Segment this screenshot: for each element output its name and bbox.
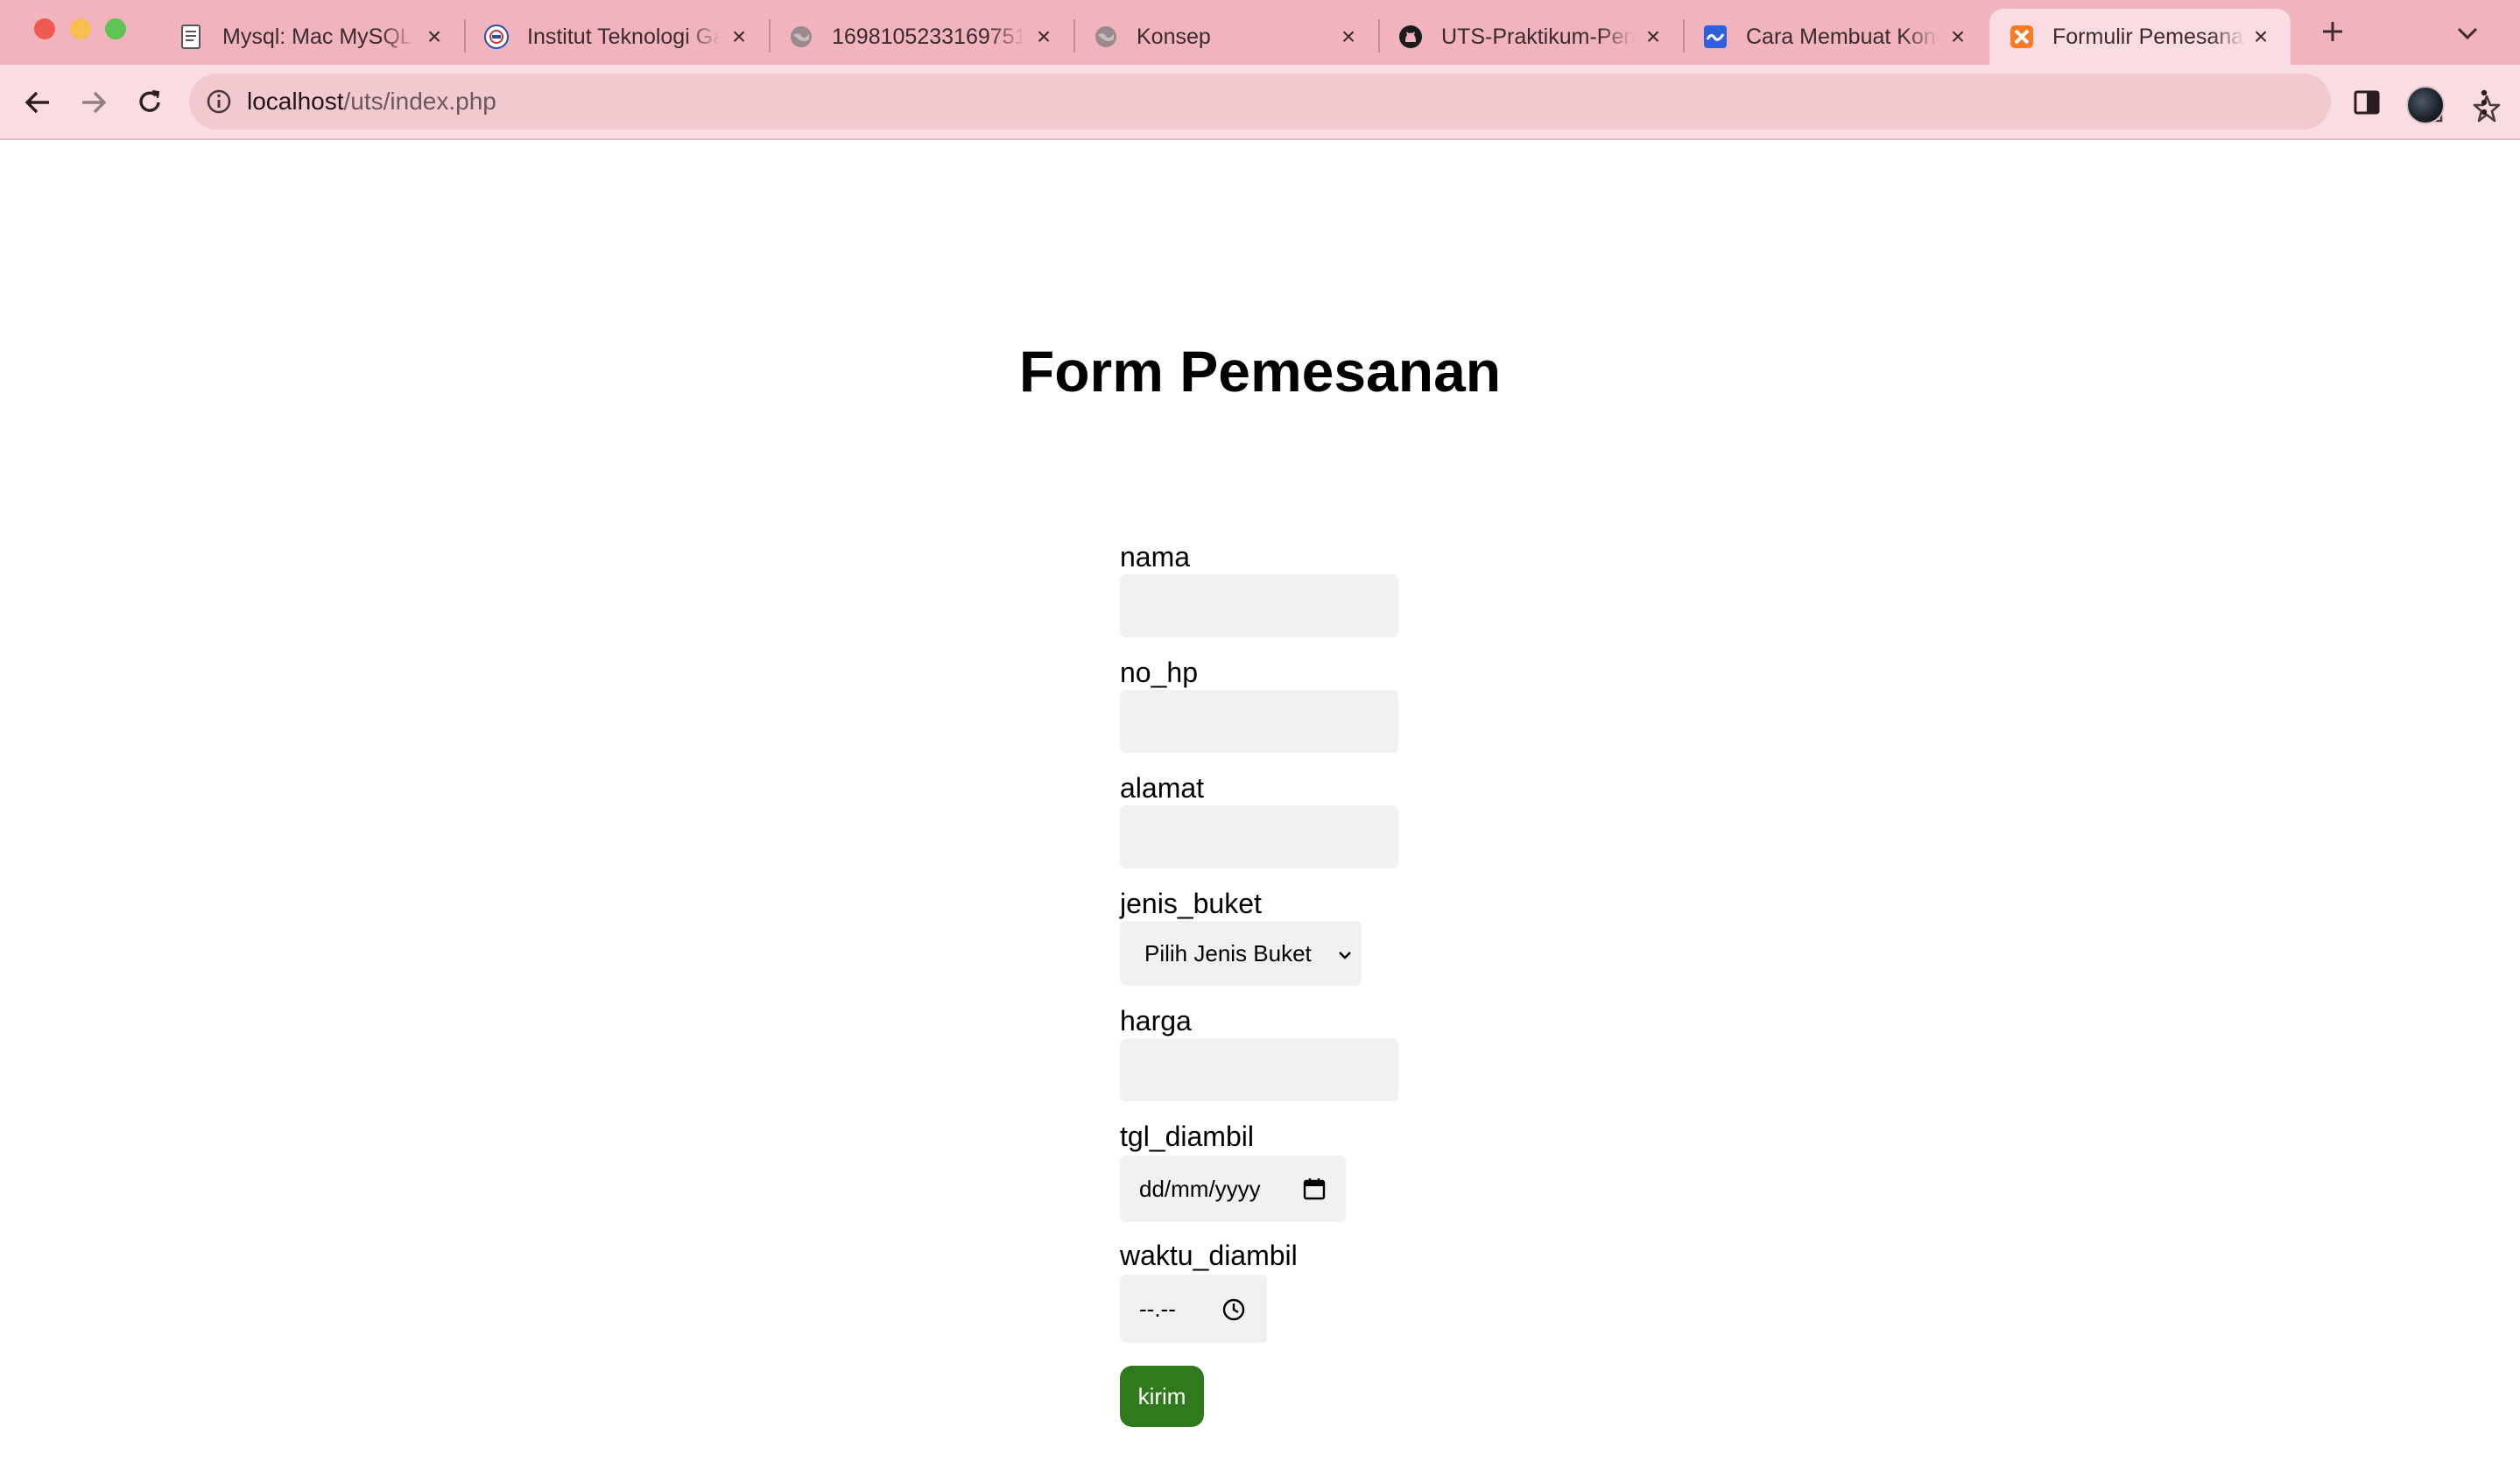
- tab-konsep[interactable]: Konsep ×: [1093, 9, 1361, 65]
- github-icon: [1397, 24, 1424, 50]
- alamat-input[interactable]: [1120, 805, 1398, 868]
- reload-button[interactable]: [130, 82, 170, 123]
- tab-title: Formulir Pemesanan: [2052, 24, 2245, 49]
- close-tab-icon[interactable]: ×: [1641, 25, 1665, 49]
- side-panel-icon[interactable]: [2347, 82, 2387, 123]
- forward-button[interactable]: [74, 82, 114, 123]
- tab-title: Mysql: Mac MySQL: [222, 24, 412, 49]
- address-bar[interactable]: localhost/uts/index.php: [189, 74, 2501, 130]
- close-tab-icon[interactable]: ×: [2249, 25, 2273, 49]
- tab-formulir-pemesanan[interactable]: Formulir Pemesanan ×: [1989, 9, 2291, 65]
- tab-title: Konsep: [1137, 24, 1211, 49]
- jenis-buket-selected-value: Pilih Jenis Buket: [1144, 939, 1312, 966]
- nama-input[interactable]: [1120, 574, 1398, 637]
- no-hp-label: no_hp: [1120, 657, 1198, 688]
- website-icon: [1702, 24, 1728, 50]
- browser-tab-bar: Mysql: Mac MySQL × Institut Teknologi Ga…: [0, 0, 2520, 65]
- time-placeholder: --.--: [1139, 1295, 1176, 1322]
- harga-label: harga: [1120, 1005, 1192, 1037]
- tab-github[interactable]: UTS-Praktikum-Pemrograman ×: [1397, 9, 1665, 65]
- page-title: Form Pemesanan: [1018, 339, 1502, 404]
- close-tab-icon[interactable]: ×: [1031, 25, 1056, 49]
- tab-separator: [464, 19, 466, 53]
- globe-icon: [788, 24, 814, 50]
- back-button[interactable]: [18, 82, 58, 123]
- document-icon: [179, 24, 205, 50]
- url-path: /uts/index.php: [343, 88, 496, 115]
- close-tab-icon[interactable]: ×: [1946, 25, 1970, 49]
- close-tab-icon[interactable]: ×: [422, 25, 447, 49]
- tab-title: Cara Membuat Koneksi: [1746, 24, 1939, 49]
- calendar-icon[interactable]: [1302, 1177, 1327, 1201]
- site-info-icon[interactable]: [205, 88, 233, 116]
- new-tab-button[interactable]: [2317, 16, 2348, 47]
- page-viewport: Form Pemesanan nama no_hp alamat jenis_b…: [0, 140, 2520, 1483]
- harga-input[interactable]: [1120, 1038, 1398, 1101]
- tab-institut-teknologi[interactable]: Institut Teknologi Garut ×: [483, 9, 751, 65]
- globe-icon: [1093, 24, 1119, 50]
- close-tab-icon[interactable]: ×: [727, 25, 751, 49]
- tab-search-chevron-icon[interactable]: [2452, 19, 2483, 47]
- tab-title: Institut Teknologi Garut: [527, 24, 720, 49]
- waktu-diambil-label: waktu_diambil: [1120, 1240, 1298, 1271]
- chevron-down-icon: [1335, 944, 1355, 963]
- date-placeholder: dd/mm/yyyy: [1139, 1175, 1261, 1202]
- nama-label: nama: [1120, 541, 1191, 573]
- url-text: localhost/uts/index.php: [247, 88, 496, 116]
- tgl-diambil-date-input[interactable]: dd/mm/yyyy: [1120, 1156, 1346, 1222]
- tgl-diambil-label: tgl_diambil: [1120, 1121, 1254, 1152]
- tab-file-number[interactable]: 1698105233169751 ×: [788, 9, 1056, 65]
- tab-cara-membuat[interactable]: Cara Membuat Koneksi ×: [1702, 9, 1970, 65]
- xampp-icon: [2009, 24, 2035, 50]
- browser-toolbar: localhost/uts/index.php: [0, 65, 2520, 140]
- tab-separator: [1683, 19, 1685, 53]
- tab-title: 1698105233169751: [832, 24, 1024, 49]
- close-tab-icon[interactable]: ×: [1336, 25, 1361, 49]
- tab-separator: [769, 19, 771, 53]
- alamat-label: alamat: [1120, 772, 1205, 804]
- university-logo-icon: [483, 24, 510, 50]
- minimize-window-button[interactable]: [70, 18, 91, 39]
- jenis-buket-select[interactable]: Pilih Jenis Buket: [1120, 921, 1362, 986]
- maximize-window-button[interactable]: [105, 18, 126, 39]
- tab-separator: [1073, 19, 1075, 53]
- tab-title: UTS-Praktikum-Pemrograman: [1441, 24, 1634, 49]
- profile-avatar[interactable]: [2406, 86, 2445, 124]
- jenis-buket-label: jenis_buket: [1120, 888, 1262, 919]
- close-window-button[interactable]: [34, 18, 55, 39]
- url-host: localhost: [247, 88, 344, 115]
- no-hp-input[interactable]: [1120, 690, 1398, 753]
- tab-separator: [1378, 19, 1380, 53]
- tab-mysql[interactable]: Mysql: Mac MySQL ×: [179, 9, 447, 65]
- kirim-submit-button[interactable]: kirim: [1120, 1366, 1204, 1427]
- waktu-diambil-time-input[interactable]: --.--: [1120, 1275, 1267, 1343]
- more-menu-icon[interactable]: [2464, 82, 2504, 123]
- clock-icon[interactable]: [1221, 1297, 1246, 1322]
